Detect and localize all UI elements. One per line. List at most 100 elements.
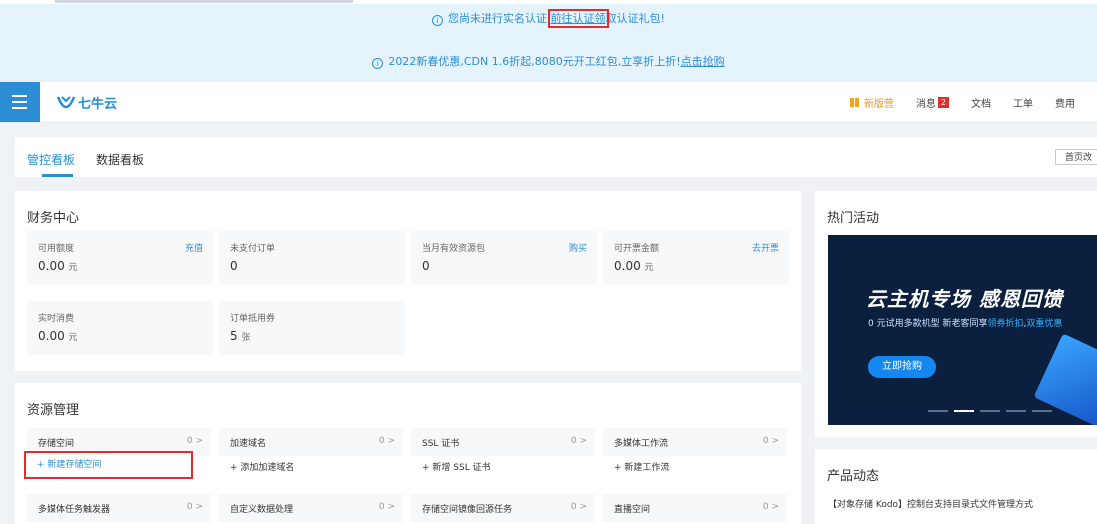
resource-count: 0 > xyxy=(186,436,203,446)
cell-label: 可开票金额 xyxy=(614,244,660,254)
resource-count: 0 > xyxy=(186,502,203,512)
news-card: 产品动态 xyxy=(815,449,1097,524)
cell-label: 订单抵用券 xyxy=(230,314,276,324)
buy-now-button[interactable]: 立即抢购 xyxy=(868,356,936,378)
resource-mirror-task[interactable]: 存储空间镜像回源任务 0 > xyxy=(411,494,595,522)
create-storage-button[interactable]: + 新建存储空间 xyxy=(24,451,193,479)
resource-count: 0 > xyxy=(570,436,587,446)
resource-custom-processing[interactable]: 自定义数据处理 0 > xyxy=(219,494,403,522)
menu-button[interactable] xyxy=(0,82,40,122)
resource-count: 0 > xyxy=(378,502,395,512)
resource-label: 存储空间 xyxy=(38,439,75,449)
resource-count: 0 > xyxy=(570,502,587,512)
resource-label: 自定义数据处理 xyxy=(230,505,294,515)
message-count-badge: 2 xyxy=(937,96,949,108)
cell-value: 0.00 元 xyxy=(38,329,78,343)
carousel-dot[interactable] xyxy=(928,410,948,412)
value-unit: 元 xyxy=(68,333,78,343)
carousel-dot[interactable] xyxy=(954,410,974,412)
resources-title: 资源管理 xyxy=(27,403,80,418)
finance-cell-realtime[interactable]: 实时消费 0.00 元 xyxy=(27,301,213,355)
add-ssl-button[interactable]: + 新增 SSL 证书 xyxy=(422,460,491,473)
nav-messages[interactable]: 消息 2 xyxy=(916,95,949,110)
cell-value: 0 xyxy=(422,259,430,273)
add-workflow-button[interactable]: + 新建工作流 xyxy=(614,460,669,473)
finance-cell-invoice[interactable]: 可开票金额 去开票 0.00 元 xyxy=(603,231,789,285)
value-number: 0.00 xyxy=(614,259,641,273)
homepage-edit-button[interactable]: 首页改 xyxy=(1055,149,1097,165)
value-unit: 张 xyxy=(241,333,251,343)
nav-tickets-label: 工单 xyxy=(1013,98,1033,110)
promo-notice-text: 2022新春优惠,CDN 1.6折起,8080元开工红包,立享折上折! xyxy=(388,55,681,68)
resource-count: 0 > xyxy=(762,502,779,512)
dashboard-tabs: 管控看板 数据看板 首页改 xyxy=(15,137,1097,177)
hamburger-icon xyxy=(12,101,27,103)
resource-label: 加速域名 xyxy=(230,439,267,449)
notice-banner: i 您尚未进行实名认证,前往认证领取认证礼包! i 2022新春优惠,CDN 1.6… xyxy=(0,4,1097,82)
cell-label: 可用额度 xyxy=(38,244,75,254)
verify-link[interactable]: 前往认证领 xyxy=(547,9,609,28)
resource-label: SSL 证书 xyxy=(422,439,460,449)
logo[interactable]: 七牛云 xyxy=(57,93,117,112)
resource-ssl[interactable]: SSL 证书 0 > xyxy=(411,428,595,456)
cell-value: 0.00 元 xyxy=(614,259,654,273)
resource-trigger[interactable]: 多媒体任务触发器 0 > xyxy=(27,494,211,522)
cell-value: 0.00 元 xyxy=(38,259,78,273)
promo-highlight-discount: 双重优惠 xyxy=(1026,319,1063,329)
nav-docs-label: 文档 xyxy=(971,98,991,110)
resource-label: 多媒体工作流 xyxy=(614,439,669,449)
hamburger-icon xyxy=(12,95,27,97)
info-icon: i xyxy=(432,15,444,26)
cell-label: 实时消费 xyxy=(38,314,75,324)
hamburger-icon xyxy=(12,107,27,109)
recharge-link[interactable]: 充值 xyxy=(185,241,203,254)
nav-tickets[interactable]: 工单 xyxy=(1013,95,1033,110)
carousel-dot[interactable] xyxy=(980,410,1000,412)
value-number: 0.00 xyxy=(38,329,65,343)
cell-value: 5 张 xyxy=(230,329,250,343)
cell-label: 当月有效资源包 xyxy=(422,244,486,254)
resource-workflow[interactable]: 多媒体工作流 0 > xyxy=(603,428,787,456)
carousel-dot[interactable] xyxy=(1032,410,1052,412)
nav-billing-label: 费用 xyxy=(1055,98,1075,110)
finance-cell-packages[interactable]: 当月有效资源包 购买 0 xyxy=(411,231,597,285)
resource-label: 多媒体任务触发器 xyxy=(38,505,111,515)
top-navbar: 七牛云 新版营 消息 2 文档 工单 费用 xyxy=(0,82,1097,123)
resource-count: 0 > xyxy=(378,436,395,446)
value-number: 0.00 xyxy=(38,259,65,273)
promo-subtitle-text: 0 元试用多款机型 新老客同享 xyxy=(868,319,988,329)
finance-title: 财务中心 xyxy=(27,211,80,226)
active-tab-indicator xyxy=(42,174,73,177)
value-unit: 元 xyxy=(68,263,78,273)
finance-cell-vouchers[interactable]: 订单抵用券 5 张 xyxy=(219,301,405,355)
promo-banner[interactable]: 云主机专场 感恩回馈 0 元试用多款机型 新老客同享领券折扣,双重优惠 立即抢购 xyxy=(828,235,1097,425)
resource-live[interactable]: 直播空间 0 > xyxy=(603,494,787,522)
resource-domains[interactable]: 加速域名 0 > xyxy=(219,428,403,456)
news-item[interactable]: 【对象存储 Kodo】控制台支持目录式文件管理方式 xyxy=(828,497,1033,510)
top-scroll-indicator xyxy=(55,0,353,3)
resource-count: 0 > xyxy=(762,436,779,446)
resource-label: 直播空间 xyxy=(614,505,651,515)
carousel-dot[interactable] xyxy=(1006,410,1026,412)
resources-card: 资源管理 存储空间 0 > 加速域名 0 > SSL 证书 0 > 多媒体工作流… xyxy=(15,383,801,524)
nav-docs[interactable]: 文档 xyxy=(971,95,991,110)
promo-title: 云主机专场 感恩回馈 xyxy=(866,287,1063,311)
invoice-link[interactable]: 去开票 xyxy=(752,241,779,254)
add-domain-button[interactable]: + 添加加速域名 xyxy=(230,460,294,473)
nav-right: 新版营 消息 2 文档 工单 费用 xyxy=(849,82,1097,122)
verify-notice-text: 您尚未进行实名认证, xyxy=(448,12,551,25)
finance-cell-available[interactable]: 可用额度 充值 0.00 元 xyxy=(27,231,213,285)
tab-control-board[interactable]: 管控看板 xyxy=(27,151,75,168)
nav-billing[interactable]: 费用 xyxy=(1055,95,1075,110)
info-icon: i xyxy=(372,58,384,69)
nav-new-console-label: 新版营 xyxy=(863,98,894,110)
finance-cell-unpaid[interactable]: 未支付订单 0 xyxy=(219,231,405,285)
cell-value: 0 xyxy=(230,259,238,273)
buy-link[interactable]: 购买 xyxy=(569,241,587,254)
resource-storage[interactable]: 存储空间 0 > xyxy=(27,428,211,456)
nav-new-console[interactable]: 新版营 xyxy=(849,95,894,110)
promo-link[interactable]: 点击抢购 xyxy=(681,55,725,68)
tab-data-board[interactable]: 数据看板 xyxy=(96,151,144,168)
verify-notice-suffix: 取认证礼包! xyxy=(605,12,665,25)
promo-highlight-coupon: 领券折扣 xyxy=(987,319,1024,329)
